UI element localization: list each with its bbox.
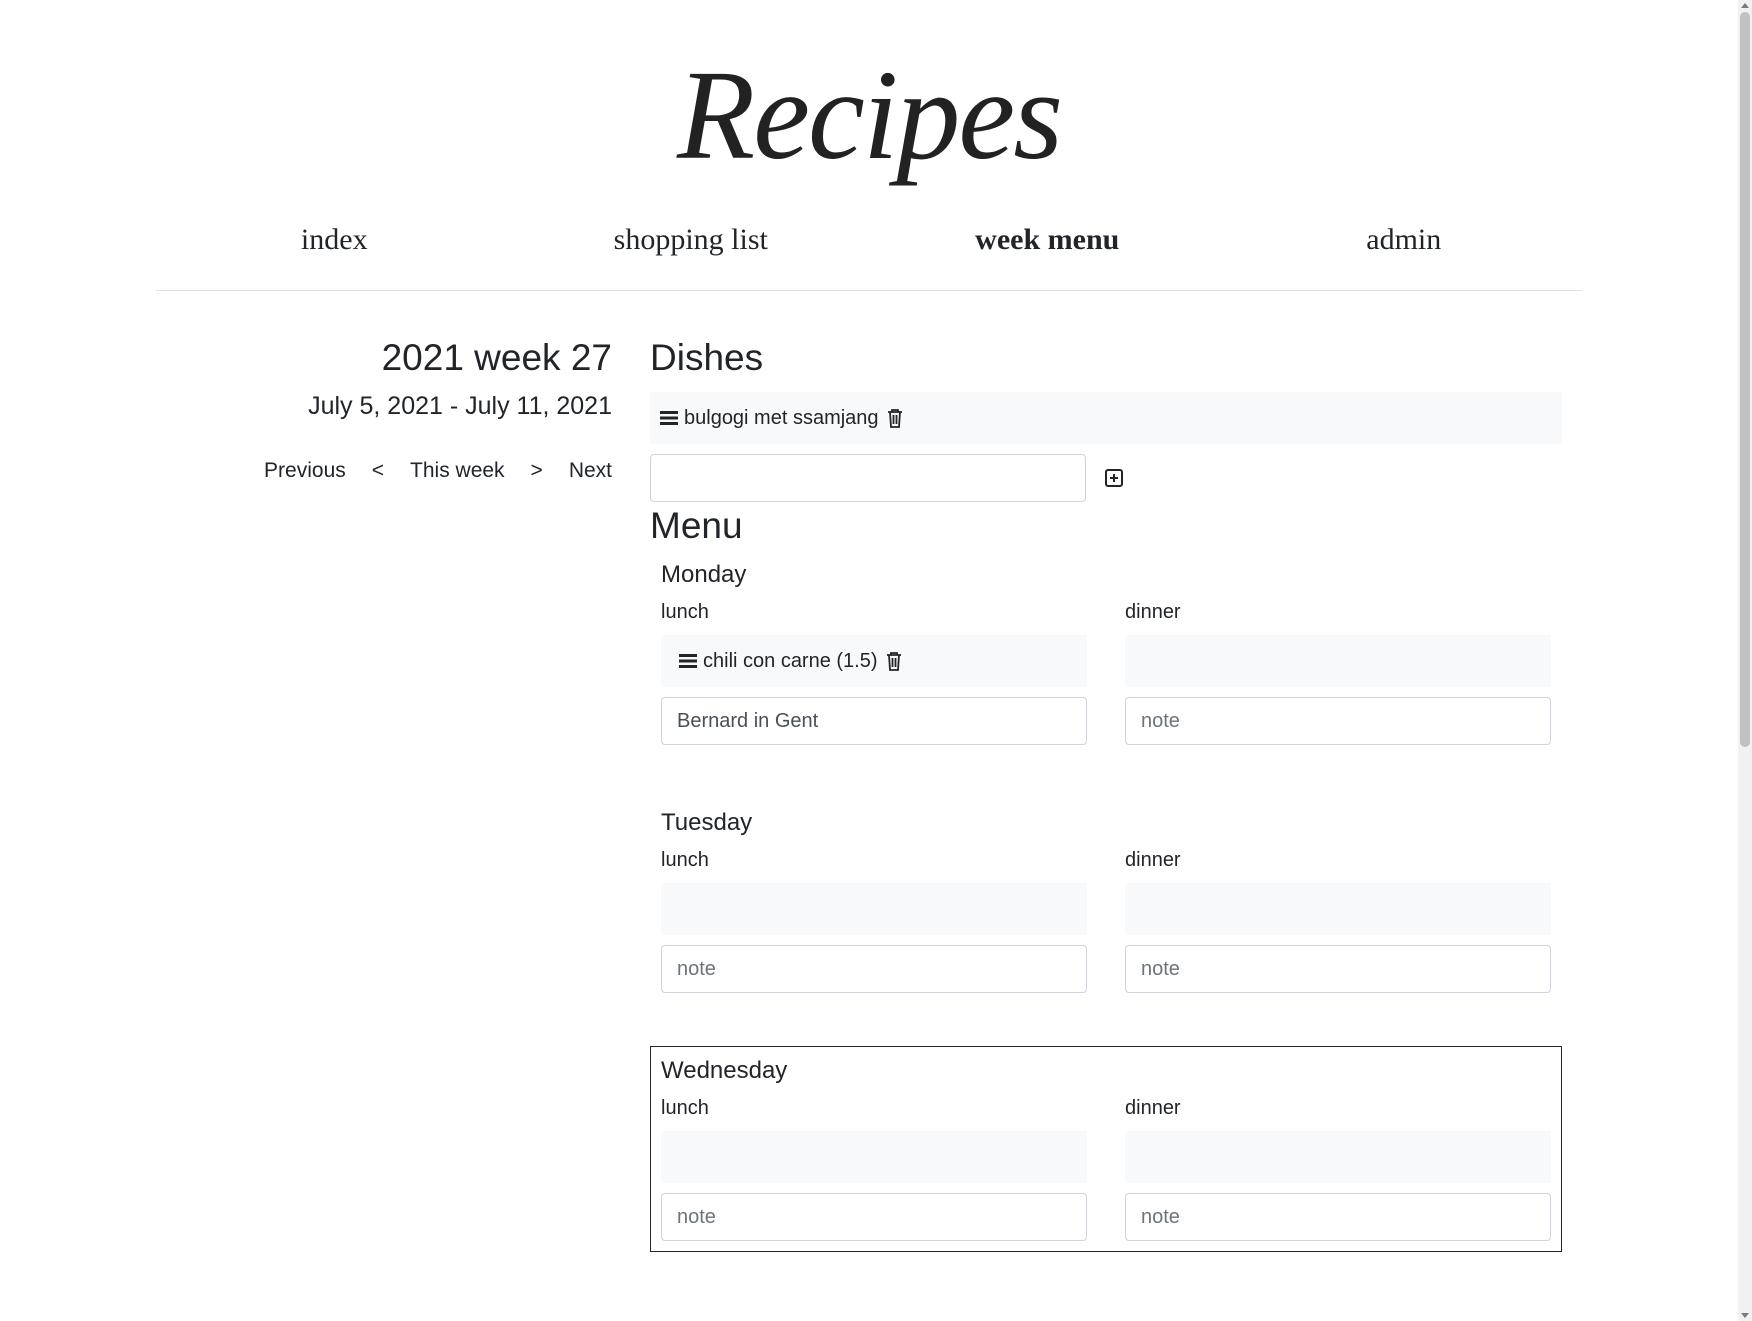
meal-lunch: lunch [661,847,1087,993]
drag-handle-icon[interactable] [660,411,678,425]
this-week-link[interactable]: This week [397,456,518,486]
drag-handle-icon[interactable] [679,654,697,668]
dish-chip[interactable]: chili con carne (1.5) [679,650,904,673]
note-input[interactable] [1125,945,1551,993]
trash-icon[interactable] [885,407,905,429]
nav-item-shopping-list[interactable]: shopping list [513,210,870,290]
plus-square-icon[interactable] [1102,466,1126,490]
new-dish-input[interactable] [650,454,1086,502]
menu-heading: Menu [650,505,743,546]
main-nav: index shopping list week menu admin [156,210,1582,291]
next-week-arrow[interactable]: > [518,456,556,486]
meal-dish-slot[interactable] [661,1131,1087,1183]
dishes-heading: Dishes [650,337,764,378]
next-week-link[interactable]: Next [556,456,612,486]
day-name: Wednesday [661,1057,788,1084]
week-navigation: Previous < This week > Next [251,456,612,486]
note-input[interactable] [661,945,1087,993]
meal-label: dinner [1125,601,1181,623]
nav-item-week-menu[interactable]: week menu [869,210,1226,290]
day-name: Monday [661,561,747,588]
note-input[interactable] [661,697,1087,745]
previous-week-link[interactable]: Previous [251,456,359,486]
dishes-list: bulgogi met ssamjang [650,392,1562,444]
week-date-range: July 5, 2021 - July 11, 2021 [308,392,612,420]
meal-label: dinner [1125,1097,1181,1119]
dish-chip[interactable]: bulgogi met ssamjang [660,407,905,430]
nav-item-admin[interactable]: admin [1226,210,1583,290]
scroll-down-icon[interactable] [1741,1313,1749,1318]
day-tuesday: Tuesday lunch dinner [650,798,1562,1004]
note-input[interactable] [1125,697,1551,745]
meal-dish-slot[interactable] [1125,1131,1551,1183]
meal-dinner: dinner [1125,1095,1551,1241]
meal-label: lunch [661,601,709,623]
trash-icon[interactable] [884,650,904,672]
dish-label: bulgogi met ssamjang [684,406,879,429]
week-title: 2021 week 27 [381,337,612,378]
meal-label: lunch [661,1097,709,1119]
day-wednesday: Wednesday lunch dinner [650,1046,1562,1252]
meal-dish-slot[interactable] [1125,635,1551,687]
page: Recipes index shopping list week menu ad… [0,0,1752,1321]
nav-item-index[interactable]: index [156,210,513,290]
meal-dish-slot[interactable]: chili con carne (1.5) [661,635,1087,687]
day-name: Tuesday [661,809,753,836]
meal-dish-slot[interactable] [661,883,1087,935]
scroll-thumb[interactable] [1740,12,1750,747]
note-input[interactable] [1125,1193,1551,1241]
brand-title[interactable]: Recipes [0,40,1738,190]
meal-dish-slot[interactable] [1125,883,1551,935]
scroll-up-icon[interactable] [1741,3,1749,8]
day-monday: Monday lunch chili con carne (1.5) Berna… [650,550,1562,756]
meal-label: dinner [1125,849,1181,871]
main-content: Dishes bulgogi met ssamjang Menu Monday [650,334,1562,1252]
meal-lunch: lunch [661,1095,1087,1241]
meal-label: lunch [661,849,709,871]
vertical-scrollbar[interactable] [1738,0,1752,1321]
note-input[interactable] [661,1193,1087,1241]
meal-dinner: dinner [1125,847,1551,993]
previous-week-arrow[interactable]: < [359,456,397,486]
add-dish-row [650,454,1562,502]
meal-lunch: lunch chili con carne (1.5) [661,599,1087,745]
meal-dinner: dinner [1125,599,1551,745]
dish-label: chili con carne (1.5) [703,649,878,672]
